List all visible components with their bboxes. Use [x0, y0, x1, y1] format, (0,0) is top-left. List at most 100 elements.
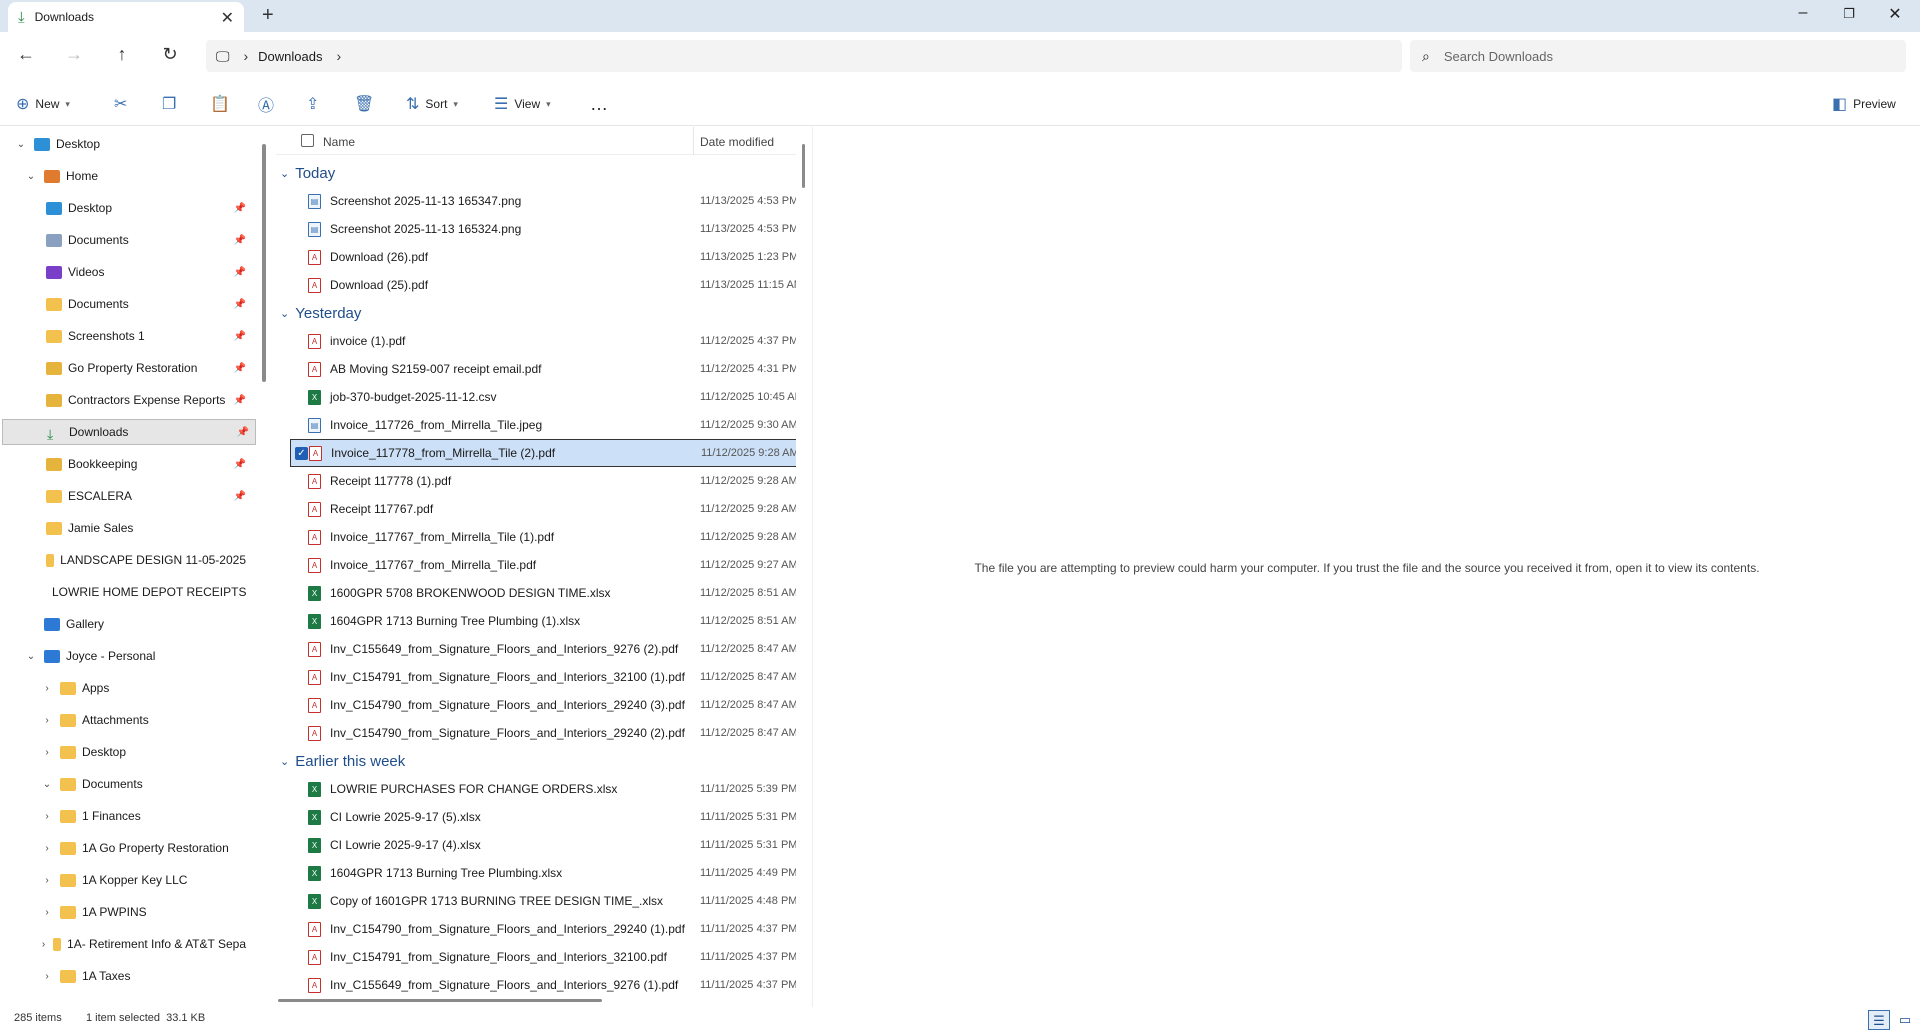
file-row[interactable]: A AB Moving S2159-007 receipt email.pdf 11… [290, 355, 796, 383]
sidebar-item[interactable]: LOWRIE HOME DEPOT RECEIPTS [40, 579, 246, 605]
file-row[interactable]: ▤ Screenshot 2025-11-13 165347.png 11/13/2… [290, 187, 796, 215]
chevron-down-icon[interactable]: ⌄ [280, 167, 289, 180]
chevron-down-icon[interactable]: ⌄ [280, 307, 289, 320]
file-row[interactable]: X 1604GPR 1713 Burning Tree Plumbing.xlsx… [290, 859, 796, 887]
row-checkbox[interactable] [294, 195, 307, 208]
group-header[interactable]: ⌄ Earlier this week [280, 749, 405, 773]
chevron-right-icon[interactable]: › [40, 747, 54, 758]
row-checkbox[interactable] [294, 503, 307, 516]
row-checkbox[interactable] [294, 335, 307, 348]
chevron-right-icon[interactable]: › [40, 843, 54, 854]
chevron-right-icon[interactable]: › [40, 683, 54, 694]
sidebar-item[interactable]: ⌄ Joyce - Personal [24, 643, 246, 669]
file-row[interactable]: A Inv_C154790_from_Signature_Floors_and_I… [290, 691, 796, 719]
sidebar-item[interactable]: ⌄ Documents [40, 771, 246, 797]
file-row[interactable]: Ainvoice (1).pdf 11/12/2025 4:37 PM [290, 327, 796, 355]
row-checkbox[interactable] [294, 531, 307, 544]
sidebar-item[interactable]: › 1 Finances [40, 803, 246, 829]
select-all-checkbox[interactable] [301, 134, 314, 147]
row-checkbox[interactable] [294, 615, 307, 628]
file-row[interactable]: ✓ A Invoice_117778_from_Mirrella_Tile (2).… [290, 439, 796, 467]
file-row[interactable]: X LOWRIE PURCHASES FOR CHANGE ORDERS.xlsx… [290, 775, 796, 803]
address-bar[interactable]: 🖵 › Downloads › [206, 40, 1402, 72]
sidebar-item[interactable]: ⌄ Home [24, 163, 246, 189]
file-row[interactable]: ▤ Screenshot 2025-11-13 165324.png 11/13/2… [290, 215, 796, 243]
file-row[interactable]: X 1604GPR 1713 Burning Tree Plumbing (1).… [290, 607, 796, 635]
file-row[interactable]: A Receipt 117767.pdf 11/12/2025 9:28 AM [290, 495, 796, 523]
row-checkbox[interactable] [294, 951, 307, 964]
maximize-button[interactable]: ❐ [1826, 6, 1872, 22]
file-list-scrollbar[interactable] [802, 144, 805, 188]
sidebar-item[interactable]: Documents 📌 [40, 227, 246, 253]
file-row[interactable]: A Inv_C154790_from_Signature_Floors_and_I… [290, 719, 796, 747]
file-row[interactable]: X Copy of 1601GPR 1713 BURNING TREE DESIG… [290, 887, 796, 915]
sidebar-item[interactable]: Screenshots 1 📌 [40, 323, 246, 349]
details-view-button[interactable]: ☰ [1868, 1010, 1890, 1030]
file-row[interactable]: X CI Lowrie 2025-9-17 (5).xlsx 11/11/2025 … [290, 803, 796, 831]
sidebar-item[interactable]: ⌄ Desktop [14, 131, 246, 157]
sidebar-item[interactable]: ⤓ Downloads 📌 [2, 419, 256, 445]
row-checkbox[interactable] [294, 251, 307, 264]
chevron-down-icon[interactable]: ⌄ [40, 779, 54, 790]
sidebar-item[interactable]: Jamie Sales [40, 515, 246, 541]
sidebar-item[interactable]: Contractors Expense Reports 📌 [40, 387, 246, 413]
row-checkbox[interactable] [294, 699, 307, 712]
file-list-horizontal-scrollbar[interactable] [278, 999, 602, 1002]
row-checkbox[interactable] [294, 223, 307, 236]
paste-button[interactable]: 📋 [210, 92, 236, 116]
row-checkbox[interactable] [294, 727, 307, 740]
new-tab-button[interactable]: + [262, 4, 274, 27]
row-checkbox[interactable] [294, 811, 307, 824]
close-window-button[interactable]: ✕ [1872, 4, 1918, 24]
row-checkbox[interactable] [294, 559, 307, 572]
row-checkbox[interactable]: ✓ [295, 446, 308, 460]
column-date-modified[interactable]: Date modified [700, 135, 774, 149]
delete-button[interactable]: 🗑 [354, 92, 380, 116]
row-checkbox[interactable] [294, 979, 307, 992]
close-tab-icon[interactable]: ✕ [221, 8, 234, 28]
row-checkbox[interactable] [294, 783, 307, 796]
share-button[interactable]: ⇪ [306, 92, 325, 116]
tiles-view-button[interactable]: ▭ [1894, 1010, 1916, 1030]
new-button[interactable]: ⊕ New ▾ [16, 92, 70, 116]
row-checkbox[interactable] [294, 475, 307, 488]
file-row[interactable]: A Invoice_117767_from_Mirrella_Tile (1).p… [290, 523, 796, 551]
chevron-right-icon[interactable]: › [40, 715, 54, 726]
sort-button[interactable]: ⇅ Sort ▾ [406, 92, 458, 116]
sidebar-item[interactable]: Go Property Restoration 📌 [40, 355, 246, 381]
chevron-right-icon[interactable]: › [40, 875, 54, 886]
file-row[interactable]: A Inv_C154791_from_Signature_Floors_and_I… [290, 943, 796, 971]
chevron-right-icon[interactable]: › [40, 811, 54, 822]
breadcrumb-downloads[interactable]: Downloads [258, 49, 322, 64]
file-row[interactable]: A Receipt 117778 (1).pdf 11/12/2025 9:28 A… [290, 467, 796, 495]
sidebar-item[interactable]: Gallery [24, 611, 246, 637]
sidebar-item[interactable]: Bookkeeping 📌 [40, 451, 246, 477]
sidebar-item[interactable]: Documents 📌 [40, 291, 246, 317]
sidebar-item[interactable]: › 1A Kopper Key LLC [40, 867, 246, 893]
preview-pane-button[interactable]: ◧ Preview [1832, 92, 1896, 116]
row-checkbox[interactable] [294, 587, 307, 600]
row-checkbox[interactable] [294, 671, 307, 684]
chevron-down-icon[interactable]: ⌄ [24, 171, 38, 182]
sidebar-item[interactable]: Videos 📌 [40, 259, 246, 285]
file-row[interactable]: A Inv_C155649_from_Signature_Floors_and_I… [290, 635, 796, 663]
chevron-right-icon[interactable]: › [40, 971, 54, 982]
sidebar-item[interactable]: › Apps [40, 675, 246, 701]
sidebar-item[interactable]: › 1A- Retirement Info & AT&T Sepa [40, 931, 246, 957]
cut-button[interactable]: ✂ [114, 92, 133, 116]
file-row[interactable]: A Download (26).pdf 11/13/2025 1:23 PM [290, 243, 796, 271]
row-checkbox[interactable] [294, 923, 307, 936]
view-button[interactable]: ☰ View ▾ [494, 92, 551, 116]
file-row[interactable]: ▤ Invoice_117726_from_Mirrella_Tile.jpeg 1… [290, 411, 796, 439]
sidebar-item[interactable]: › Desktop [40, 739, 246, 765]
up-button[interactable]: ↑ [108, 44, 136, 68]
file-row[interactable]: X CI Lowrie 2025-9-17 (4).xlsx 11/11/2025 … [290, 831, 796, 859]
chevron-down-icon[interactable]: ⌄ [14, 139, 28, 150]
sidebar-item[interactable]: LANDSCAPE DESIGN 11-05-2025 [40, 547, 246, 573]
group-header[interactable]: ⌄ Yesterday [280, 301, 361, 325]
file-row[interactable]: A Invoice_117767_from_Mirrella_Tile.pdf 11… [290, 551, 796, 579]
file-row[interactable]: A Inv_C154791_from_Signature_Floors_and_I… [290, 663, 796, 691]
row-checkbox[interactable] [294, 839, 307, 852]
file-row[interactable]: A Inv_C155649_from_Signature_Floors_and_I… [290, 971, 796, 999]
file-row[interactable]: A Download (25).pdf 11/13/2025 11:15 AM [290, 271, 796, 299]
